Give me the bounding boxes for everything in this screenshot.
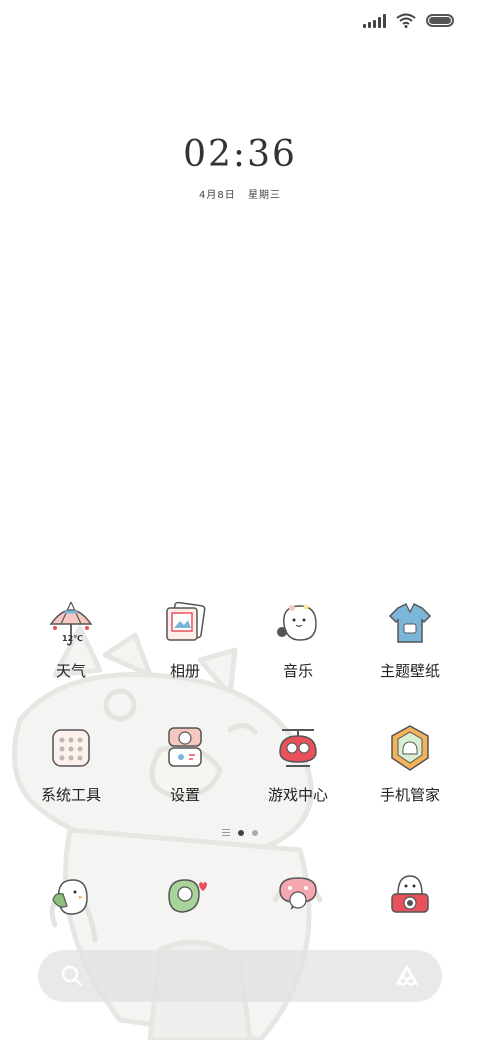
status-bar — [0, 0, 480, 40]
weather-temperature: 12℃ — [62, 634, 83, 643]
green-blob-message-icon — [168, 879, 207, 913]
app-themes[interactable]: 主题壁纸 — [355, 598, 465, 681]
app-label: 系统工具 — [40, 786, 101, 804]
photo-frame-icon — [166, 601, 206, 641]
app-dock-3[interactable] — [243, 870, 353, 922]
helicopter-game-icon — [279, 729, 317, 767]
page-dot[interactable] — [252, 829, 258, 836]
status-icons — [363, 13, 454, 28]
duck-camera-icon — [391, 875, 429, 913]
app-label: 音乐 — [282, 662, 313, 680]
battery-icon — [426, 14, 454, 27]
app-dock-4[interactable] — [355, 870, 465, 922]
app-gallery[interactable]: 相册 — [130, 598, 240, 681]
app-settings[interactable]: 设置 — [130, 722, 240, 805]
shirt-theme-icon — [388, 603, 432, 643]
app-label: 游戏中心 — [267, 786, 328, 804]
clock-date: 4月8日 星期三 — [0, 186, 480, 201]
app-system-tools[interactable]: 系统工具 — [16, 722, 126, 805]
app-label: 设置 — [169, 786, 200, 804]
pink-bubble-chat-icon — [279, 877, 317, 911]
page-dot-active[interactable] — [238, 829, 244, 836]
app-dock-2[interactable] — [130, 870, 240, 922]
page-indicator[interactable] — [0, 829, 480, 836]
wifi-icon — [396, 13, 416, 28]
signal-icon — [363, 13, 386, 28]
assistant-icon[interactable] — [394, 964, 420, 988]
app-weather[interactable]: 12℃ 天气 — [16, 598, 126, 681]
date-text: 4月8日 — [199, 190, 236, 201]
app-label: 手机管家 — [379, 786, 440, 804]
search-icon[interactable] — [60, 964, 84, 988]
app-label: 主题壁纸 — [379, 662, 440, 680]
search-bar[interactable] — [38, 950, 442, 1002]
app-label: 相册 — [169, 662, 200, 680]
tools-grid-icon — [52, 729, 90, 767]
app-label: 天气 — [55, 662, 86, 680]
app-game-center[interactable]: 游戏中心 — [243, 722, 353, 805]
weekday-text: 星期三 — [247, 190, 281, 201]
shield-guard-icon — [391, 725, 429, 771]
app-dock-1[interactable] — [16, 870, 126, 922]
clock-time[interactable]: 02:36 — [0, 134, 480, 175]
duck-phone-icon — [52, 879, 88, 915]
page-list-icon[interactable] — [222, 829, 230, 836]
app-phone-manager[interactable]: 手机管家 — [355, 722, 465, 805]
app-music[interactable]: 音乐 — [243, 598, 353, 681]
duck-music-icon — [277, 604, 317, 641]
settings-card-icon — [168, 727, 202, 767]
